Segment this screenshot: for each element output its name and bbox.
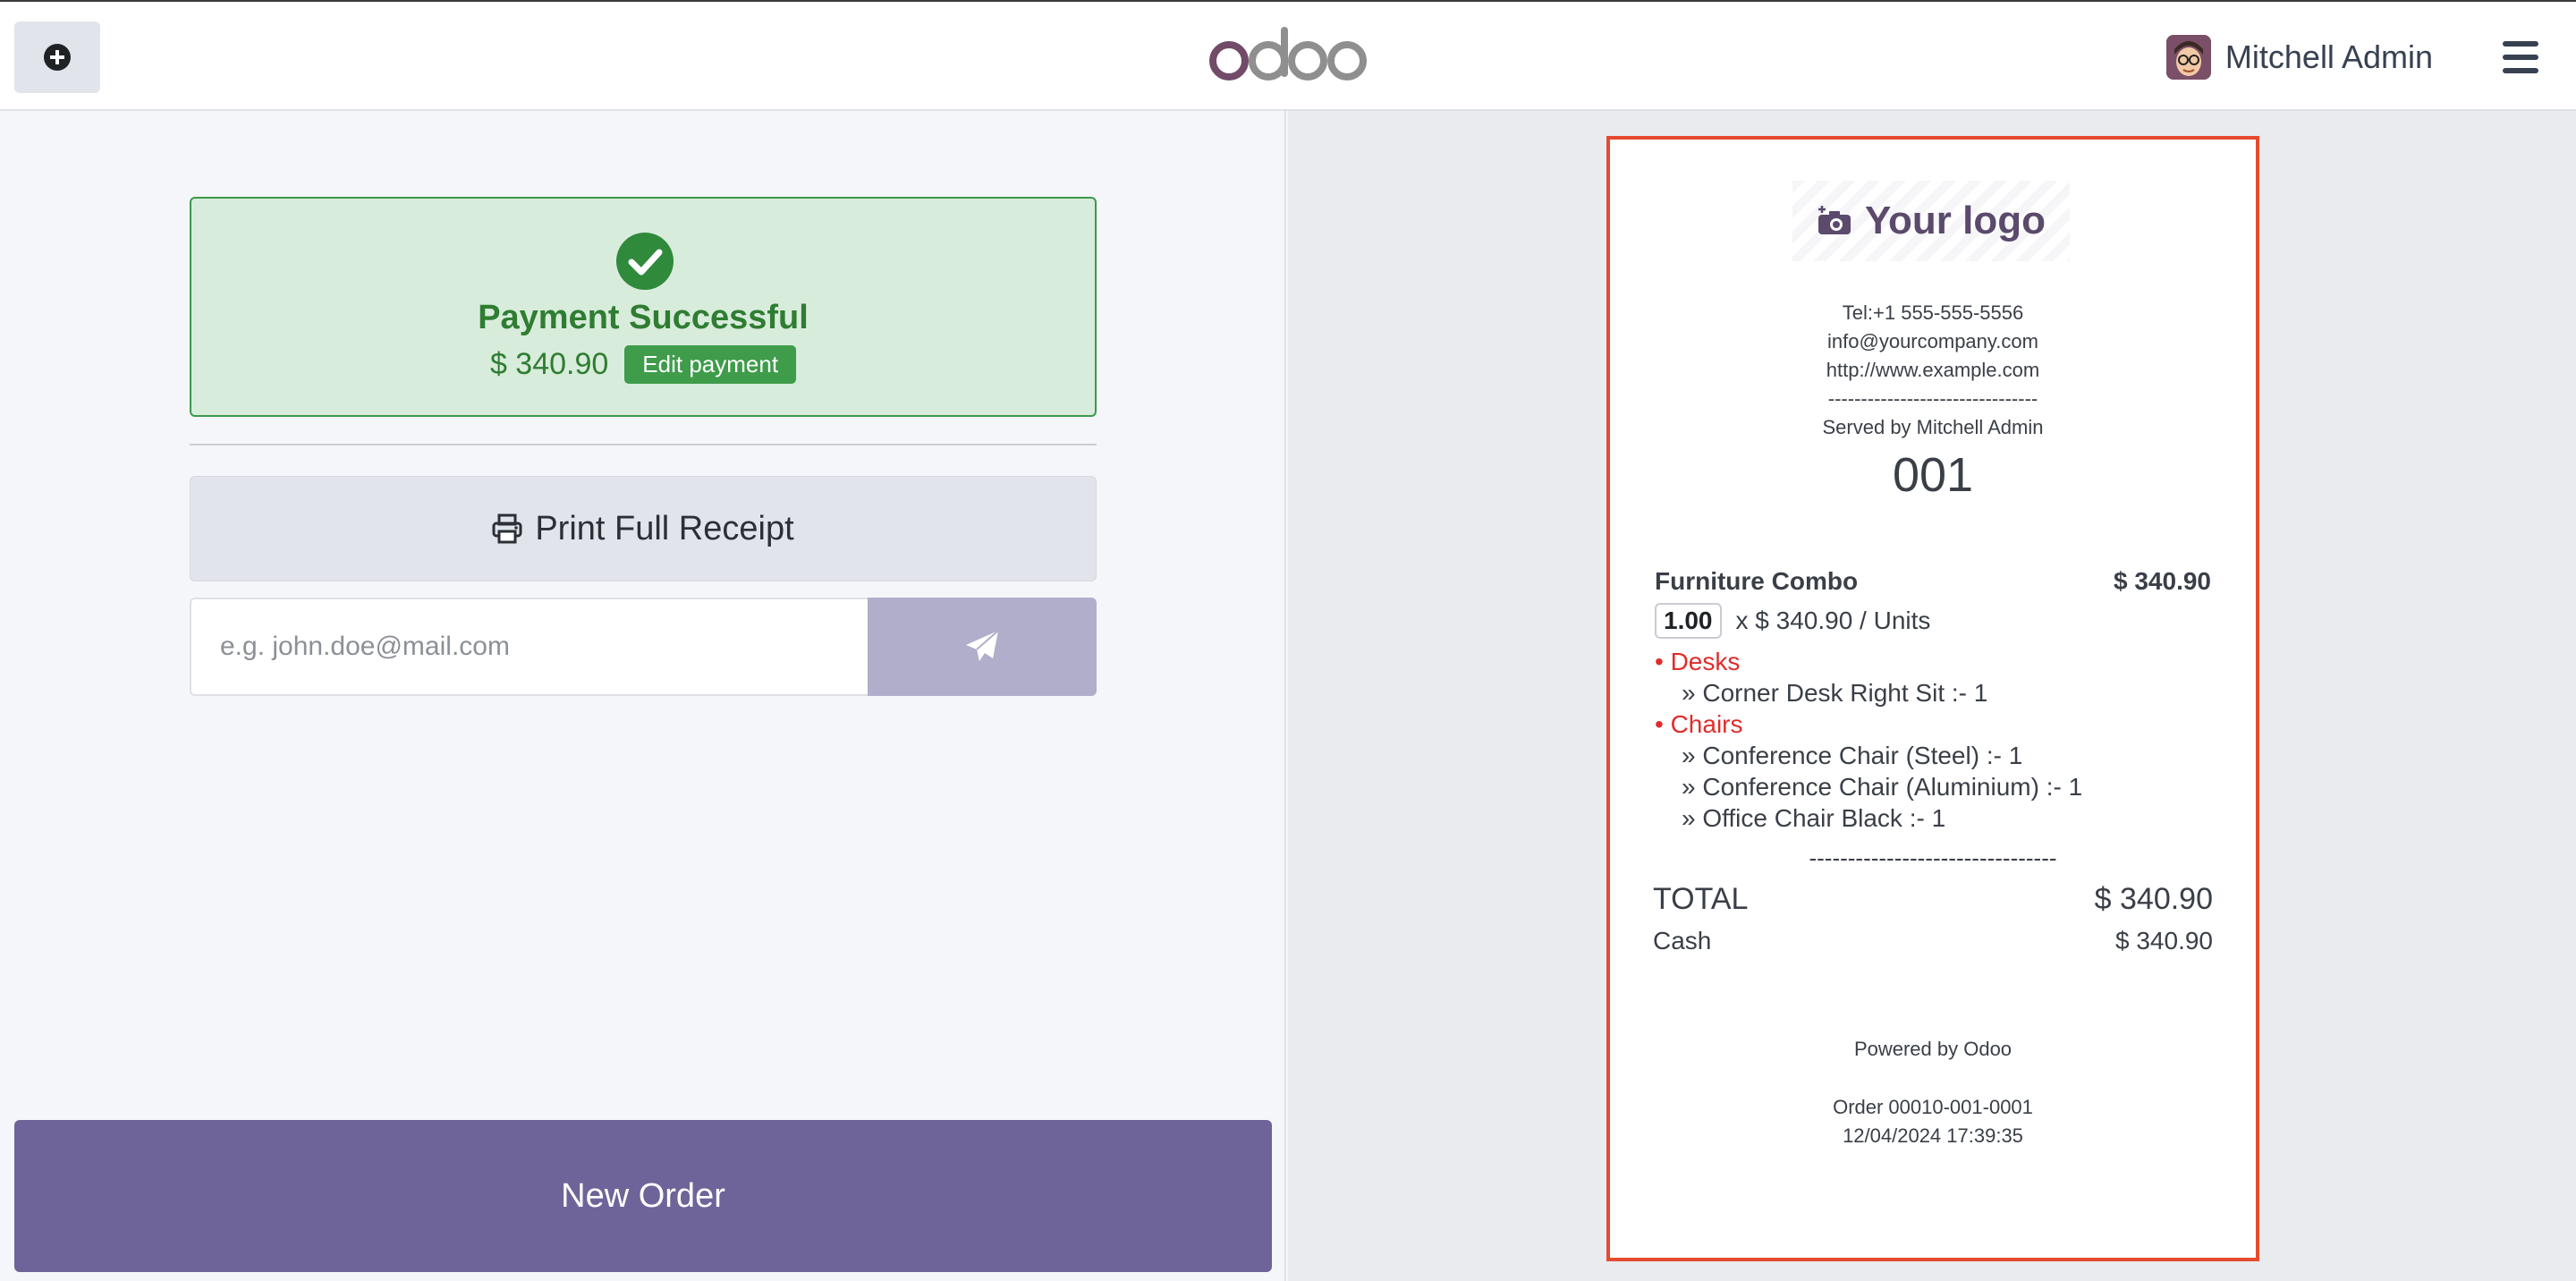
combo-item: » Office Chair Black :- 1 xyxy=(1682,804,1946,832)
user-name: Mitchell Admin xyxy=(2224,38,2433,75)
user-avatar-icon xyxy=(2165,35,2211,80)
user-menu[interactable]: Mitchell Admin xyxy=(2165,34,2433,81)
payment-method-amount: $ 340.90 xyxy=(2115,927,2213,954)
check-circle-icon xyxy=(616,233,674,290)
odoo-logo-icon xyxy=(1209,27,1367,81)
payment-amount-row: $ 340.90 Edit payment xyxy=(191,345,1095,384)
new-order-button[interactable]: New Order xyxy=(14,1120,1272,1272)
line-quantity-row: 1.00 x $ 340.90 / Units xyxy=(1655,603,1930,639)
camera-plus-icon xyxy=(1818,206,1851,234)
hamburger-menu-button[interactable] xyxy=(2501,38,2540,77)
print-receipt-label: Print Full Receipt xyxy=(535,509,794,547)
separator: -------------------------------- xyxy=(1827,387,2038,410)
line-price: $ 340.90 xyxy=(2114,567,2211,595)
receipt-logo: Your logo xyxy=(1792,181,2070,261)
company-email: info@yourcompany.com xyxy=(1827,330,2038,352)
total-amount: $ 340.90 xyxy=(2094,882,2213,916)
payment-method-label: Cash xyxy=(1653,927,1712,954)
order-number: 001 xyxy=(1892,448,1974,502)
combo-item: » Corner Desk Right Sit :- 1 xyxy=(1682,679,1988,707)
print-receipt-button[interactable]: Print Full Receipt xyxy=(190,476,1097,581)
quantity-badge: 1.00 xyxy=(1655,603,1722,639)
logo-text: Your logo xyxy=(1864,199,2046,242)
payment-method-row: Cash $ 340.90 xyxy=(1653,927,2213,955)
total-row: TOTAL $ 340.90 xyxy=(1653,882,2213,917)
combo-category: • Desks xyxy=(1655,648,1741,675)
receipt-preview-pane: Your logo Tel:+1 555-555-5556 info@yourc… xyxy=(1288,111,2576,1281)
combo-item: » Conference Chair (Aluminium) :- 1 xyxy=(1682,773,2083,801)
product-name: Furniture Combo xyxy=(1655,567,1859,595)
order-footer: Order 00010-001-0001 12/04/2024 17:39:35 xyxy=(1610,1093,2256,1150)
printer-icon xyxy=(492,513,522,544)
combo-details: • Desks » Corner Desk Right Sit :- 1 • C… xyxy=(1655,646,2082,834)
order-line: Furniture Combo $ 340.90 xyxy=(1655,567,2211,596)
order-datetime: 12/04/2024 17:39:35 xyxy=(1843,1124,2023,1147)
paper-plane-icon xyxy=(966,630,999,661)
plus-circle-icon xyxy=(44,44,71,71)
paid-amount: $ 340.90 xyxy=(489,347,609,381)
combo-item: » Conference Chair (Steel) :- 1 xyxy=(1682,742,2023,769)
served-by: Served by Mitchell Admin xyxy=(1822,416,2044,438)
email-input[interactable] xyxy=(190,598,868,696)
unit-price: x $ 340.90 / Units xyxy=(1735,607,1931,634)
company-info: Tel:+1 555-555-5556 info@yourcompany.com… xyxy=(1610,299,2256,442)
powered-by: Powered by Odoo xyxy=(1853,1038,2012,1060)
avatar xyxy=(2165,35,2211,80)
payment-status-title: Payment Successful xyxy=(478,299,809,336)
order-reference: Order 00010-001-0001 xyxy=(1833,1096,2033,1118)
company-website: http://www.example.com xyxy=(1826,359,2040,381)
payment-success-banner: Payment Successful $ 340.90 Edit payment xyxy=(190,197,1097,417)
receipt: Your logo Tel:+1 555-555-5556 info@yourc… xyxy=(1606,136,2259,1261)
hamburger-icon xyxy=(2503,41,2538,47)
combo-category: • Chairs xyxy=(1655,710,1743,738)
add-order-button[interactable] xyxy=(14,21,100,93)
email-receipt-row xyxy=(190,598,1097,696)
payment-status-pane: Payment Successful $ 340.90 Edit payment… xyxy=(0,111,1286,1281)
top-bar: Mitchell Admin xyxy=(0,0,2576,111)
total-separator: -------------------------------- xyxy=(1809,844,2057,871)
total-label: TOTAL xyxy=(1653,882,1749,916)
company-phone: Tel:+1 555-555-5556 xyxy=(1842,301,2024,324)
send-email-button[interactable] xyxy=(868,598,1097,696)
divider xyxy=(190,444,1097,445)
edit-payment-button[interactable]: Edit payment xyxy=(624,345,797,384)
